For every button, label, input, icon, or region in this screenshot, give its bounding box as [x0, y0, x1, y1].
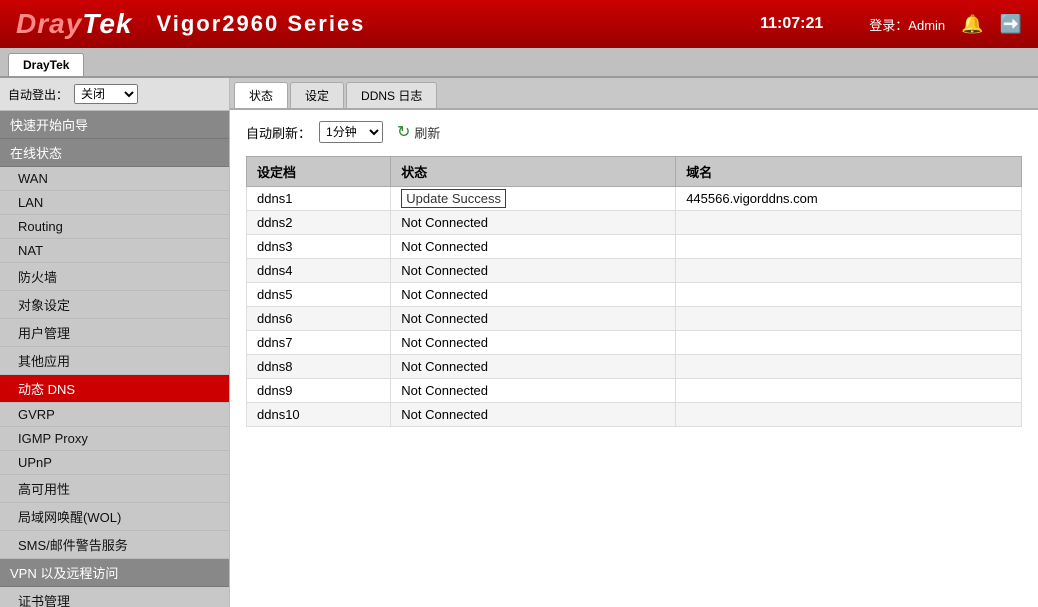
cell-profile: ddns9: [247, 379, 391, 403]
tab-draytek[interactable]: DrayTek: [8, 53, 84, 76]
tab-status[interactable]: 状态: [234, 82, 288, 108]
sidebar-item-igmp-proxy[interactable]: IGMP Proxy: [0, 427, 229, 451]
sidebar-item-firewall[interactable]: 防火墙: [0, 263, 229, 291]
sidebar-item-upnp[interactable]: UPnP: [0, 451, 229, 475]
logo: DrayTek: [16, 8, 132, 40]
col-status: 状态: [391, 157, 676, 187]
cell-status: Not Connected: [391, 307, 676, 331]
cell-profile: ddns5: [247, 283, 391, 307]
sidebar-item-online-status[interactable]: 在线状态: [0, 139, 229, 167]
cell-domain: [676, 283, 1022, 307]
table-row: ddns3Not Connected: [247, 235, 1022, 259]
sidebar-item-routing[interactable]: Routing: [0, 215, 229, 239]
cell-status: Not Connected: [391, 283, 676, 307]
cell-status: Not Connected: [391, 403, 676, 427]
sidebar-item-other-apps[interactable]: 其他应用: [0, 347, 229, 375]
content-body: 自动刷新： 1分钟 5分钟 10分钟 关闭 ↻ 刷新 设定档 状态: [230, 110, 1038, 437]
sidebar-item-lan[interactable]: LAN: [0, 191, 229, 215]
refresh-button[interactable]: ↻ 刷新: [391, 120, 446, 144]
cell-profile: ddns2: [247, 211, 391, 235]
cell-status: Not Connected: [391, 235, 676, 259]
table-row: ddns4Not Connected: [247, 259, 1022, 283]
auto-login-label: 自动登出：: [8, 86, 68, 103]
table-row: ddns5Not Connected: [247, 283, 1022, 307]
sidebar-top: 自动登出： 关闭 1分钟 5分钟 10分钟: [0, 78, 229, 111]
status-badge: Update Success: [401, 189, 506, 208]
cell-status: Not Connected: [391, 355, 676, 379]
col-profile: 设定档: [247, 157, 391, 187]
header-title: Vigor2960 Series: [156, 11, 365, 37]
cell-profile: ddns7: [247, 331, 391, 355]
auto-refresh-select[interactable]: 1分钟 5分钟 10分钟 关闭: [319, 121, 383, 143]
sidebar-item-objects[interactable]: 对象设定: [0, 291, 229, 319]
auto-refresh-bar: 自动刷新： 1分钟 5分钟 10分钟 关闭 ↻ 刷新: [246, 120, 1022, 144]
tab-ddns-log[interactable]: DDNS 日志: [346, 82, 437, 108]
table-row: ddns1 Update Success 445566.vigorddns.com: [247, 187, 1022, 211]
col-domain: 域名: [676, 157, 1022, 187]
logo-dray: Dray: [16, 8, 82, 39]
refresh-icon: ↻: [397, 122, 410, 142]
cell-domain: [676, 331, 1022, 355]
cell-domain: 445566.vigorddns.com: [676, 187, 1022, 211]
sidebar-item-cert[interactable]: 证书管理: [0, 587, 229, 607]
sidebar-item-quick-start[interactable]: 快速开始向导: [0, 111, 229, 139]
cell-domain: [676, 211, 1022, 235]
sidebar-item-user-mgmt[interactable]: 用户管理: [0, 319, 229, 347]
table-row: ddns6Not Connected: [247, 307, 1022, 331]
sidebar: 自动登出： 关闭 1分钟 5分钟 10分钟 快速开始向导 在线状态 WAN LA…: [0, 78, 230, 607]
cell-domain: [676, 307, 1022, 331]
sidebar-item-vpn[interactable]: VPN 以及远程访问: [0, 559, 229, 587]
refresh-label: 刷新: [414, 123, 440, 142]
header-right: 11:07:21 登录：Admin 🔔 ➡️: [760, 14, 1022, 35]
table-row: ddns2Not Connected: [247, 211, 1022, 235]
cell-profile: ddns6: [247, 307, 391, 331]
sidebar-item-high-avail[interactable]: 高可用性: [0, 475, 229, 503]
cell-status: Not Connected: [391, 379, 676, 403]
header: DrayTek Vigor2960 Series 11:07:21 登录：Adm…: [0, 0, 1038, 48]
cell-domain: [676, 235, 1022, 259]
main-layout: 自动登出： 关闭 1分钟 5分钟 10分钟 快速开始向导 在线状态 WAN LA…: [0, 78, 1038, 607]
cell-profile: ddns1: [247, 187, 391, 211]
cell-profile: ddns8: [247, 355, 391, 379]
cell-profile: ddns10: [247, 403, 391, 427]
cell-status: Not Connected: [391, 331, 676, 355]
cell-profile: ddns4: [247, 259, 391, 283]
table-row: ddns7Not Connected: [247, 331, 1022, 355]
tab-settings[interactable]: 设定: [290, 82, 344, 108]
inner-tabs: 状态 设定 DDNS 日志: [230, 78, 1038, 110]
sidebar-item-wol[interactable]: 局域网唤醒(WOL): [0, 503, 229, 531]
ddns-table: 设定档 状态 域名 ddns1 Update Success 445566.vigo…: [246, 156, 1022, 427]
logo-tek: Tek: [82, 8, 132, 39]
cell-status: Not Connected: [391, 259, 676, 283]
sidebar-item-nat[interactable]: NAT: [0, 239, 229, 263]
cell-domain: [676, 403, 1022, 427]
auto-refresh-label: 自动刷新：: [246, 123, 311, 142]
table-row: ddns8Not Connected: [247, 355, 1022, 379]
logout-icon[interactable]: ➡️: [1000, 14, 1022, 35]
cell-status: Not Connected: [391, 211, 676, 235]
header-login: 登录：Admin: [869, 15, 945, 34]
content: 状态 设定 DDNS 日志 自动刷新： 1分钟 5分钟 10分钟 关闭 ↻ 刷新: [230, 78, 1038, 607]
cell-domain: [676, 379, 1022, 403]
header-time: 11:07:21: [760, 15, 823, 33]
sidebar-item-sms[interactable]: SMS/邮件警告服务: [0, 531, 229, 559]
table-row: ddns10Not Connected: [247, 403, 1022, 427]
sidebar-item-gvrp[interactable]: GVRP: [0, 403, 229, 427]
table-row: ddns9Not Connected: [247, 379, 1022, 403]
cell-domain: [676, 355, 1022, 379]
cell-status: Update Success: [391, 187, 676, 211]
cell-profile: ddns3: [247, 235, 391, 259]
tab-bar: DrayTek: [0, 48, 1038, 78]
sidebar-item-dynamic-dns[interactable]: 动态 DNS: [0, 375, 229, 403]
auto-login-select[interactable]: 关闭 1分钟 5分钟 10分钟: [74, 84, 138, 104]
cell-domain: [676, 259, 1022, 283]
bell-icon[interactable]: 🔔: [961, 14, 983, 35]
sidebar-item-wan[interactable]: WAN: [0, 167, 229, 191]
